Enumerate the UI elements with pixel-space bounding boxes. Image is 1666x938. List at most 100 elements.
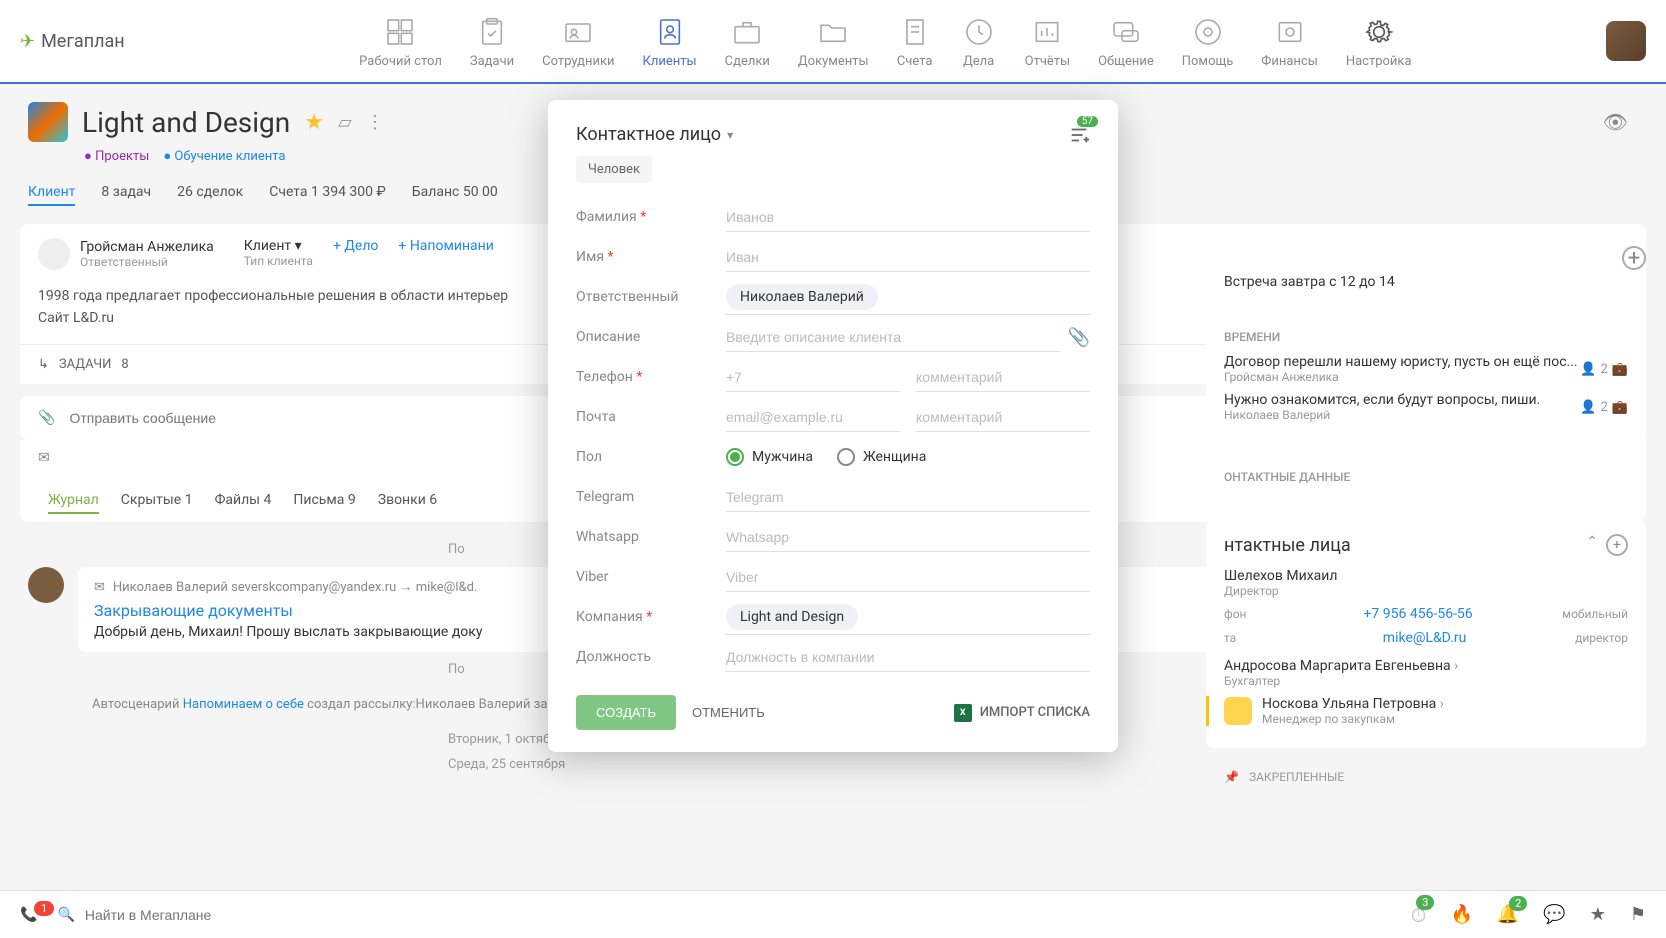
nav-help[interactable]: Помощь xyxy=(1182,14,1234,69)
responsible-chip[interactable]: Николаев Валерий xyxy=(726,284,878,310)
create-button[interactable]: СОЗДАТЬ xyxy=(576,695,676,730)
email-icon[interactable]: ✉ xyxy=(38,450,50,466)
phone-input[interactable] xyxy=(726,363,900,392)
mail-icon: ✉ xyxy=(94,580,105,595)
logo[interactable]: ✈ Мегаплан xyxy=(20,31,125,52)
id-icon xyxy=(560,14,596,50)
tag-education[interactable]: ● Обучение клиента xyxy=(163,148,285,164)
nav-clients[interactable]: Клиенты xyxy=(643,14,697,69)
tab-journal[interactable]: Журнал xyxy=(48,492,99,514)
client-type[interactable]: Клиент ▾ xyxy=(244,238,313,254)
add-deal-link[interactable]: + Дело xyxy=(333,238,378,254)
entry-avatar xyxy=(28,567,64,603)
firstname-input[interactable] xyxy=(726,243,1090,272)
clients-icon xyxy=(652,14,688,50)
position-input[interactable] xyxy=(726,643,1090,672)
clipboard-icon xyxy=(474,14,510,50)
page-title: Light and Design xyxy=(82,106,290,139)
flag-icon[interactable]: ⚑ xyxy=(1630,904,1646,925)
company-chip[interactable]: Light and Design xyxy=(726,604,858,630)
star-icon[interactable]: ★ xyxy=(304,110,324,135)
nav-reports[interactable]: Отчёты xyxy=(1025,14,1070,69)
logo-text: Мегаплан xyxy=(41,31,125,52)
client-type-label: Тип клиента xyxy=(244,254,313,268)
modal-title[interactable]: Контактное лицо ▾ xyxy=(576,124,733,145)
whatsapp-input[interactable] xyxy=(726,523,1090,552)
responsible-name: Гройсман Анжелика xyxy=(80,239,214,255)
excel-icon: X xyxy=(954,704,972,722)
add-reminder-link[interactable]: + Напоминани xyxy=(398,238,493,254)
global-search-input[interactable] xyxy=(85,907,898,923)
viber-input[interactable] xyxy=(726,563,1090,592)
briefcase-icon xyxy=(729,14,765,50)
tag-projects[interactable]: ● Проекты xyxy=(84,148,149,164)
tab-bills[interactable]: Счета 1 394 300 ₽ xyxy=(269,184,386,206)
phone-button[interactable]: 📞 1 xyxy=(20,907,37,923)
type-chip[interactable]: Человек xyxy=(576,156,652,183)
star-bottom-icon[interactable]: ★ xyxy=(1590,904,1606,925)
nav-settings[interactable]: Настройка xyxy=(1346,14,1412,69)
nav-deals[interactable]: Сделки xyxy=(725,14,770,69)
phone-comment-input[interactable] xyxy=(916,363,1090,392)
chevron-down-icon: ▾ xyxy=(727,128,733,142)
contact-2-name[interactable]: Андросова Маргарита Евгеньевна › xyxy=(1224,658,1628,674)
email-input[interactable] xyxy=(726,403,900,432)
gear-icon xyxy=(1361,14,1397,50)
cancel-button[interactable]: ОТМЕНИТЬ xyxy=(692,705,765,720)
contact-3-avatar xyxy=(1224,697,1252,725)
gender-female-radio[interactable]: Женщина xyxy=(837,448,926,466)
nav-employees[interactable]: Сотрудники xyxy=(542,14,614,69)
tag-icon[interactable]: ▱ xyxy=(338,112,352,133)
nav-documents[interactable]: Документы xyxy=(798,14,869,69)
description-input[interactable] xyxy=(726,323,1060,352)
contact-3-name[interactable]: Носкова Ульяна Петровна › xyxy=(1262,696,1628,712)
tab-balance[interactable]: Баланс 50 00 xyxy=(412,184,498,206)
more-icon[interactable]: ⋮ xyxy=(366,112,384,133)
radio-icon xyxy=(837,448,855,466)
tab-tasks[interactable]: 8 задач xyxy=(101,184,151,206)
attach-button[interactable]: 📎 xyxy=(1068,327,1090,348)
fire-icon[interactable]: 🔥 xyxy=(1450,904,1472,925)
import-list-button[interactable]: X ИМПОРТ СПИСКА xyxy=(954,704,1090,722)
contact-1-name[interactable]: Шелехов Михаил xyxy=(1224,568,1628,584)
collapse-icon[interactable]: ⌃ xyxy=(1586,534,1598,556)
filter-button[interactable]: 57 xyxy=(1068,124,1090,150)
eye-icon[interactable]: 👁 xyxy=(1603,110,1628,134)
clock-icon xyxy=(961,14,997,50)
tab-hidden[interactable]: Скрытые 1 xyxy=(121,492,193,514)
tasks-arrow-icon: ↳ xyxy=(38,357,49,372)
without-time-item-1[interactable]: Договор перешли нашему юристу, пусть он … xyxy=(1224,354,1580,370)
nav-affairs[interactable]: Дела xyxy=(961,14,997,69)
telegram-input[interactable] xyxy=(726,483,1090,512)
safe-icon xyxy=(1272,14,1308,50)
notifications-button[interactable]: 🔔 2 xyxy=(1497,904,1519,925)
timer-button[interactable]: ⏱ 3 xyxy=(1411,903,1427,927)
tab-files[interactable]: Файлы 4 xyxy=(215,492,272,514)
contact-modal: Контактное лицо ▾ 57 Человек Фамилия * И… xyxy=(548,100,1118,752)
tab-client[interactable]: Клиент xyxy=(28,184,75,206)
user-avatar[interactable] xyxy=(1606,21,1646,61)
gender-male-radio[interactable]: Мужчина xyxy=(726,448,813,466)
nav-chat[interactable]: Общение xyxy=(1098,14,1154,69)
tab-deals[interactable]: 26 сделок xyxy=(177,184,243,206)
tab-calls[interactable]: Звонки 6 xyxy=(378,492,437,514)
nav-bills[interactable]: Счета xyxy=(897,14,933,69)
responsible-label: Ответственный xyxy=(80,255,214,269)
email-comment-input[interactable] xyxy=(916,403,1090,432)
without-time-item-2[interactable]: Нужно ознакомится, если будут вопросы, п… xyxy=(1224,392,1580,408)
right-panel: + Встреча завтра с 12 до 14 времени Дого… xyxy=(1206,260,1646,794)
attach-icon[interactable]: 📎 xyxy=(38,410,55,426)
contact-phone[interactable]: +7 956 456-56-56 xyxy=(1274,606,1562,622)
comment-icon[interactable]: 💬 xyxy=(1543,904,1565,925)
contact-email[interactable]: mike@L&D.ru xyxy=(1274,630,1575,646)
plans-text: Встреча завтра с 12 до 14 xyxy=(1224,274,1628,290)
add-contact-button[interactable]: + xyxy=(1606,534,1628,556)
lastname-input[interactable] xyxy=(726,203,1090,232)
nav-desktop[interactable]: Рабочий стол xyxy=(359,14,442,69)
help-icon xyxy=(1190,14,1226,50)
nav-tasks[interactable]: Задачи xyxy=(470,14,514,69)
briefcase-small-icon: 💼 xyxy=(1612,362,1628,377)
add-plan-button[interactable]: + xyxy=(1622,246,1646,270)
tab-letters[interactable]: Письма 9 xyxy=(293,492,355,514)
nav-finance[interactable]: Финансы xyxy=(1261,14,1318,69)
